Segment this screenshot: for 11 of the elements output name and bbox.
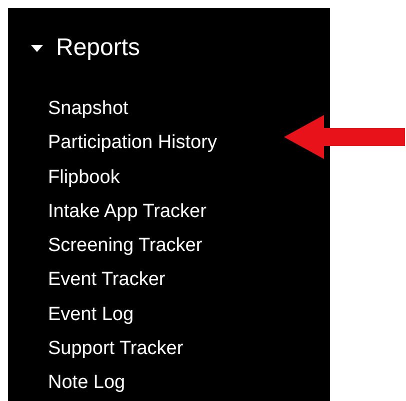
menu-link[interactable]: Event Tracker <box>48 263 166 298</box>
section-title[interactable]: Reports <box>56 34 140 62</box>
menu-link[interactable]: Intake App Tracker <box>48 194 206 230</box>
menu-link[interactable]: Event Log <box>48 298 134 332</box>
menu-link[interactable]: Flipbook <box>48 160 120 195</box>
menu-link[interactable]: Support Tracker <box>48 332 184 366</box>
menu-link[interactable]: Participation History <box>48 126 217 161</box>
caret-icon[interactable] <box>30 43 44 53</box>
menu-link[interactable]: Note Log <box>48 366 126 401</box>
menu-link[interactable]: Snapshot <box>48 92 128 126</box>
menu-link[interactable]: Screening Tracker <box>48 229 202 264</box>
